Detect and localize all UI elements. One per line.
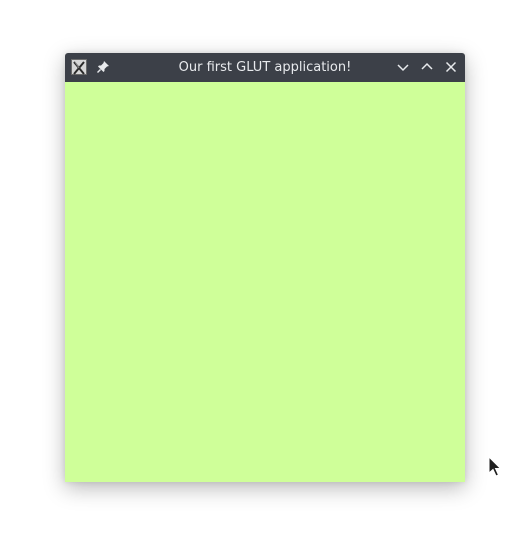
mouse-pointer-icon: [488, 455, 502, 478]
desktop: Our first GLUT application!: [0, 0, 530, 559]
maximize-button[interactable]: [419, 59, 435, 75]
chevron-down-icon: [397, 64, 409, 72]
pin-icon[interactable]: [95, 59, 111, 75]
close-button[interactable]: [443, 59, 459, 75]
close-icon: [445, 61, 457, 73]
glut-window: Our first GLUT application!: [65, 53, 465, 482]
x-window-app-icon[interactable]: [71, 59, 87, 75]
window-titlebar[interactable]: Our first GLUT application!: [65, 53, 465, 82]
glut-client-area[interactable]: [65, 82, 465, 482]
minimize-button[interactable]: [395, 59, 411, 75]
chevron-up-icon: [421, 62, 433, 70]
